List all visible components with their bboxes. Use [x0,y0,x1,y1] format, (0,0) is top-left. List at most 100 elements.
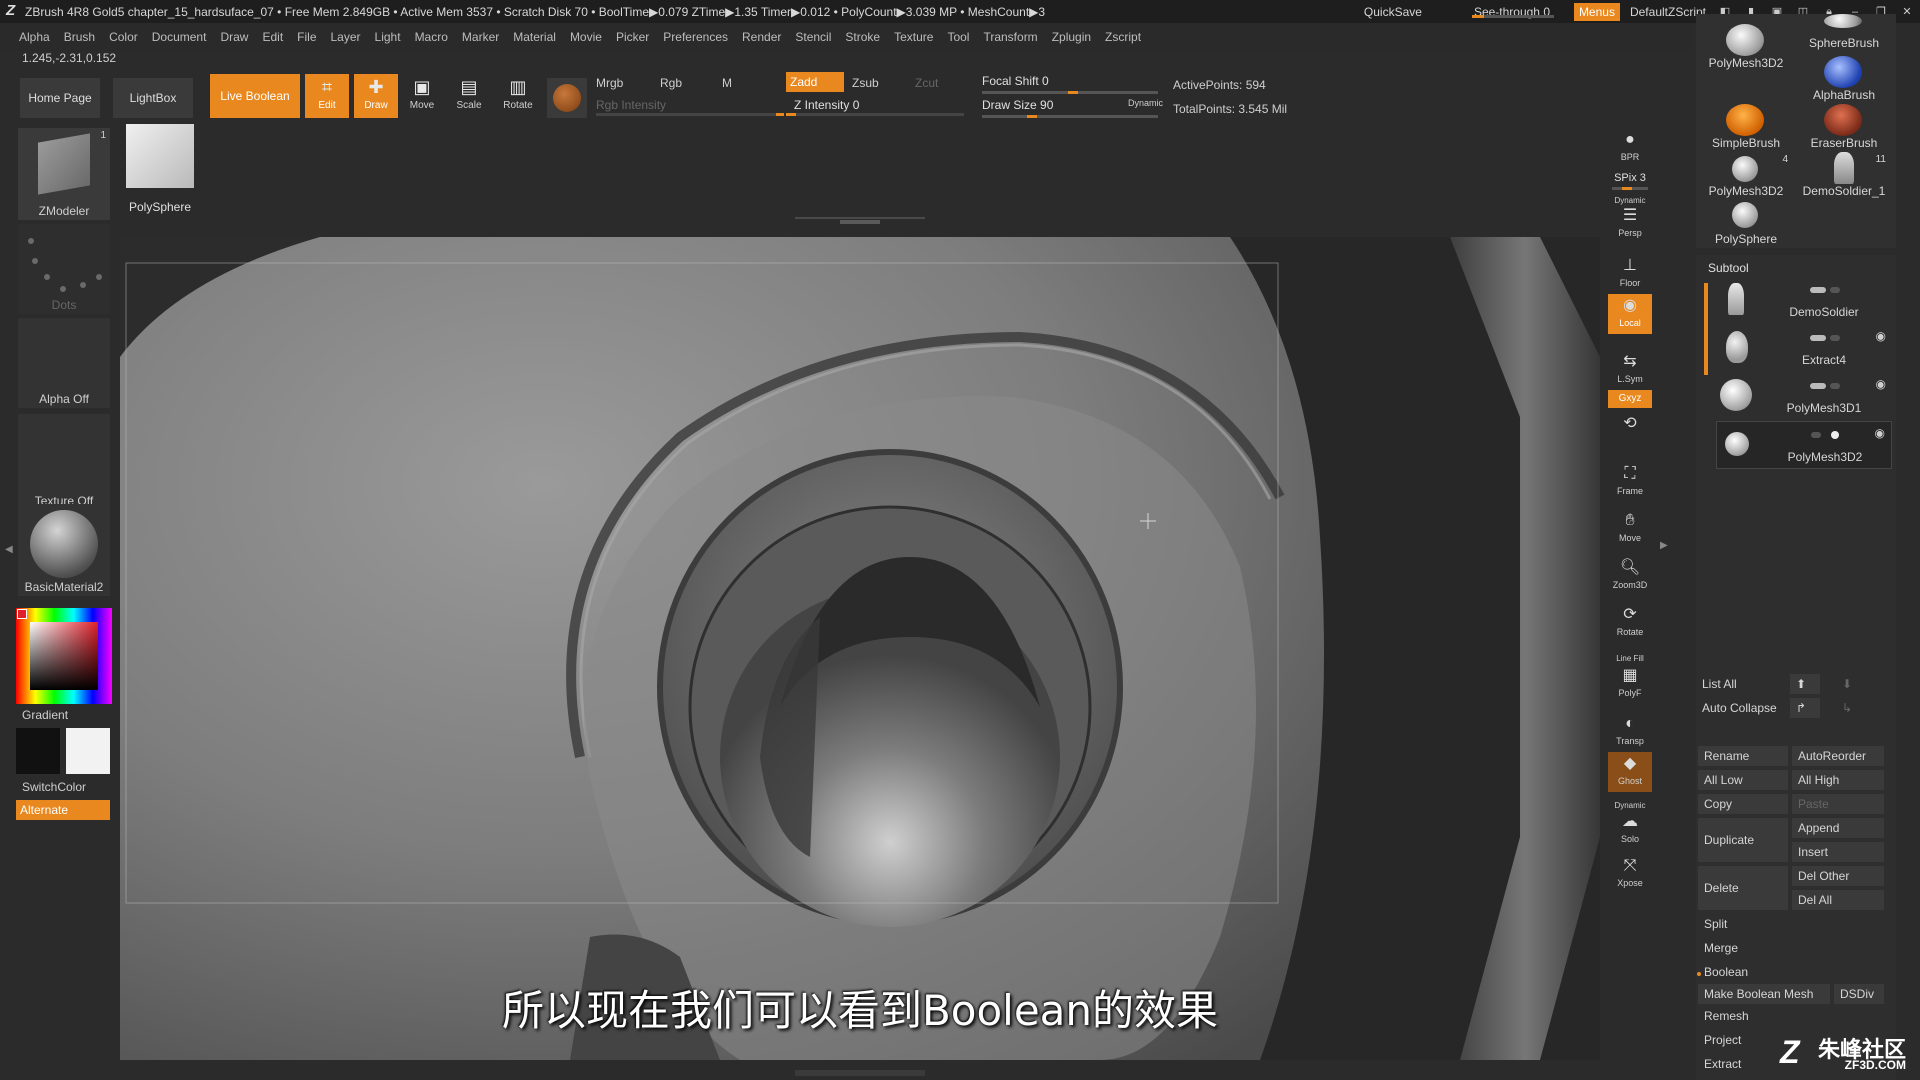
menu-marker[interactable]: Marker [462,30,499,44]
see-through-slider[interactable]: See-through 0 [1464,5,1564,19]
eye-icon[interactable]: ◉ [1876,329,1886,343]
lightbox-button[interactable]: LightBox [113,78,193,118]
gradient-toggle[interactable]: Gradient [22,708,68,722]
menu-stencil[interactable]: Stencil [795,30,831,44]
draw-button[interactable]: ✚ Draw [354,74,398,118]
dynamic-draw-size-toggle[interactable]: Dynamic [1128,98,1163,108]
left-tray-handle-icon[interactable]: ◀ [5,544,13,574]
rgb-toggle[interactable]: Rgb [660,76,682,90]
ghost-button[interactable]: ◆ Ghost [1608,752,1652,792]
z-intensity-slider[interactable] [786,113,964,116]
tool-item-simplebrush[interactable]: SimpleBrush [1698,102,1794,150]
tool-item-eraserbrush[interactable]: EraserBrush [1796,102,1892,150]
menu-picker[interactable]: Picker [616,30,649,44]
draw-size-slider[interactable] [982,115,1158,118]
local-button[interactable]: ◉ Local [1608,294,1652,334]
live-boolean-button[interactable]: Live Boolean [210,74,300,118]
rename-button[interactable]: Rename [1698,746,1788,766]
split-section[interactable]: Split [1698,917,1727,931]
zadd-toggle[interactable]: Zadd [786,72,844,92]
paste-button[interactable]: Paste [1792,794,1884,814]
move-button[interactable]: ▣ Move [400,74,444,118]
menus-toggle-button[interactable]: Menus [1573,2,1620,21]
menu-render[interactable]: Render [742,30,781,44]
frame-button[interactable]: ⛶ Frame [1608,462,1652,502]
zcut-toggle[interactable]: Zcut [915,76,938,90]
subtool-item[interactable]: ◉ PolyMesh3D1 [1716,373,1892,421]
menu-draw[interactable]: Draw [220,30,248,44]
menu-tool[interactable]: Tool [947,30,969,44]
dsdiv-slider[interactable]: DSDiv [1834,984,1884,1004]
rotate-button[interactable]: ▥ Rotate [496,74,540,118]
lsym-button[interactable]: ⇆ L.Sym [1608,350,1652,390]
zsub-toggle[interactable]: Zsub [852,76,879,90]
polypaint-toggle-icon[interactable] [1810,287,1826,293]
insert-button[interactable]: Insert [1792,842,1884,862]
auto-collapse-button[interactable]: Auto Collapse [1696,701,1777,715]
menu-color[interactable]: Color [109,30,138,44]
menu-zplugin[interactable]: Zplugin [1052,30,1091,44]
menu-layer[interactable]: Layer [331,30,361,44]
tool-item-alphabrush[interactable]: AlphaBrush [1796,54,1892,102]
transp-button[interactable]: ◐ Transp [1608,712,1652,752]
menu-alpha[interactable]: Alpha [19,30,50,44]
rgb-intensity-handle[interactable] [776,113,784,116]
canvas-viewport[interactable]: 所以现在我们可以看到Boolean的效果 [120,237,1600,1060]
menu-document[interactable]: Document [152,30,207,44]
alternate-toggle[interactable]: Alternate [16,800,110,820]
quicksave-button[interactable]: QuickSave [1358,5,1428,19]
secondary-color-swatch[interactable] [66,728,110,774]
make-boolean-mesh-button[interactable]: Make Boolean Mesh [1698,984,1830,1004]
menu-movie[interactable]: Movie [570,30,602,44]
project-section[interactable]: Project [1698,1033,1741,1047]
close-icon[interactable]: ✕ [1900,6,1914,18]
mrgb-toggle[interactable]: Mrgb [596,76,623,90]
eye-icon[interactable]: ◉ [1876,377,1886,391]
del-all-button[interactable]: Del All [1792,890,1884,910]
z-intensity-handle[interactable] [786,113,796,116]
delete-button[interactable]: Delete [1698,866,1788,910]
list-all-button[interactable]: List All [1696,677,1737,691]
tool-item-polysphere[interactable]: PolySphere [1698,198,1794,246]
del-other-button[interactable]: Del Other [1792,866,1884,886]
menu-file[interactable]: File [297,30,316,44]
all-low-button[interactable]: All Low [1698,770,1788,790]
menu-light[interactable]: Light [375,30,401,44]
focal-shift-slider[interactable] [982,91,1158,94]
extract-section[interactable]: Extract [1698,1057,1741,1071]
boolean-toggle-icon[interactable] [1830,383,1840,389]
subtool-item-selected[interactable]: ◉ PolyMesh3D2 [1716,421,1892,469]
autoreorder-button[interactable]: AutoReorder [1792,746,1884,766]
xyz-button[interactable]: Gxyz [1608,390,1652,408]
draw-material-swatch[interactable] [547,78,587,118]
m-toggle[interactable]: M [722,76,732,90]
polypaint-toggle-icon[interactable] [1810,383,1826,389]
boolean-toggle-icon[interactable] [1831,431,1839,439]
stroke-tile[interactable]: Dots [18,224,110,314]
move-to-top-icon[interactable]: ↱ [1790,698,1820,718]
tool-item-polymesh3d2[interactable]: PolyMesh3D2 [1698,22,1794,70]
menu-transform[interactable]: Transform [983,30,1037,44]
boolean-toggle-icon[interactable] [1830,287,1840,293]
material-tile[interactable]: BasicMaterial2 [18,504,110,596]
switchcolor-button[interactable]: SwitchColor [22,780,86,794]
scale-button[interactable]: ▤ Scale [447,74,491,118]
xpose-button[interactable]: ⤧ Xpose [1608,854,1652,894]
bpr-button[interactable]: ● BPR [1608,128,1652,168]
all-high-button[interactable]: All High [1792,770,1884,790]
menu-preferences[interactable]: Preferences [663,30,728,44]
right-tray-handle-icon[interactable]: ▶ [1660,540,1668,570]
persp-button[interactable]: ☰ Persp [1608,204,1652,244]
menu-brush[interactable]: Brush [64,30,95,44]
eye-icon[interactable]: ◉ [1875,426,1885,440]
viewport-move-button[interactable]: ✋︎ Move [1608,509,1652,549]
zoom3d-button[interactable]: 🔍︎ Zoom3D [1608,556,1652,596]
color-picker[interactable] [16,608,112,704]
alpha-tile[interactable]: Alpha Off [18,318,110,408]
copy-button[interactable]: Copy [1698,794,1788,814]
bottom-tray-handle[interactable] [795,1070,925,1076]
floor-button[interactable]: ⊥ Floor [1608,254,1652,294]
menu-stroke[interactable]: Stroke [845,30,880,44]
current-brush-tile[interactable]: 1 ZModeler [18,128,110,220]
last-tool-tile[interactable]: PolySphere [120,124,200,214]
